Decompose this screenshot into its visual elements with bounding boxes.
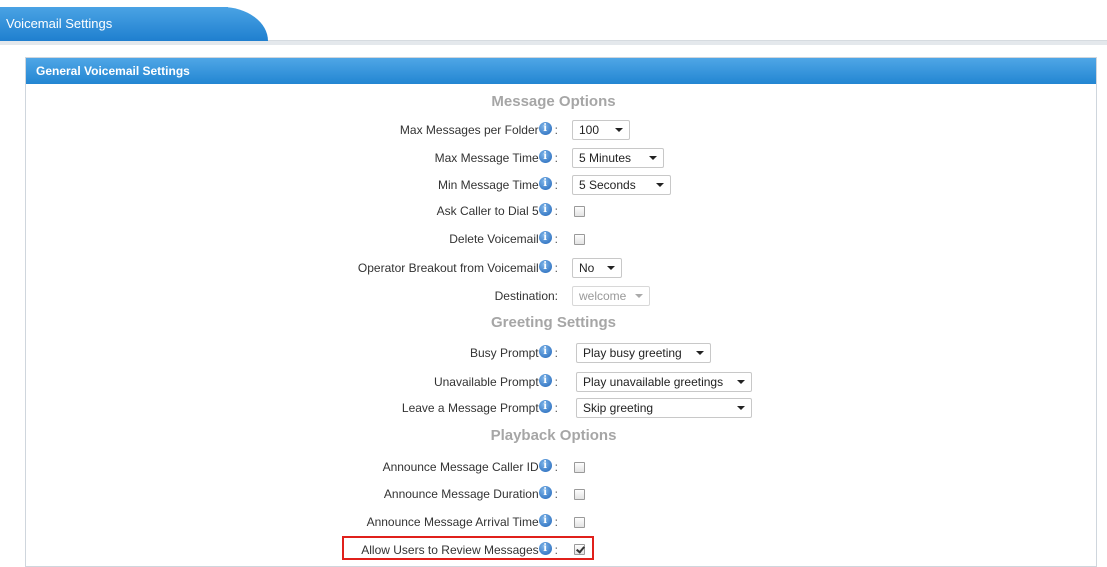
unavailable-prompt-value: Play unavailable greetings	[583, 375, 724, 389]
destination-select[interactable]: welcome	[572, 286, 650, 306]
leave-message-prompt-label: Leave a Message Prompt i:	[402, 397, 558, 419]
info-icon[interactable]: i	[538, 514, 552, 527]
unavailable-prompt-select[interactable]: Play unavailable greetings	[576, 372, 752, 392]
info-icon[interactable]: i	[538, 203, 552, 216]
max-messages-select[interactable]: 100	[572, 120, 630, 140]
info-icon[interactable]: i	[538, 459, 552, 472]
info-icon[interactable]: i	[538, 345, 552, 358]
leave-message-prompt-select[interactable]: Skip greeting	[576, 398, 752, 418]
min-message-time-value: 5 Seconds	[579, 178, 636, 192]
announce-arrival-time-label: Announce Message Arrival Time i:	[367, 511, 558, 533]
info-icon[interactable]: i	[538, 122, 552, 135]
info-icon[interactable]: i	[538, 260, 552, 273]
info-icon[interactable]: i	[538, 400, 552, 413]
min-message-time-select[interactable]: 5 Seconds	[572, 175, 671, 195]
operator-breakout-label: Operator Breakout from Voicemail i:	[358, 257, 558, 279]
max-message-time-label-text: Max Message Time	[434, 151, 539, 165]
announce-duration-label: Announce Message Duration i:	[384, 483, 558, 505]
chevron-down-icon	[656, 183, 664, 187]
info-icon[interactable]: i	[538, 231, 552, 244]
highlight-box	[342, 536, 594, 560]
section-title-greeting-settings: Greeting Settings	[490, 314, 617, 331]
announce-duration-checkbox[interactable]	[574, 489, 585, 500]
min-message-time-label-text: Min Message Time	[437, 178, 539, 192]
info-icon[interactable]: i	[538, 150, 552, 163]
max-message-time-value: 5 Minutes	[579, 151, 632, 165]
destination-value: welcome	[579, 289, 627, 303]
label-colon: :	[554, 151, 558, 165]
chevron-down-icon	[737, 380, 745, 384]
min-message-time-label: Min Message Time i:	[438, 174, 558, 196]
label-colon: :	[554, 204, 558, 218]
general-voicemail-settings-panel: General Voicemail Settings	[25, 57, 1097, 567]
section-title-message-options: Message Options	[491, 93, 616, 110]
max-messages-value: 100	[579, 123, 600, 137]
announce-caller-id-checkbox[interactable]	[574, 462, 585, 473]
max-message-time-label: Max Message Time i:	[435, 147, 558, 169]
busy-prompt-label-text: Busy Prompt	[469, 346, 539, 360]
chevron-down-icon	[615, 128, 623, 132]
delete-voicemail-label: Delete Voicemail i:	[449, 228, 558, 250]
announce-caller-id-label: Announce Message Caller ID i:	[383, 456, 558, 478]
label-colon: :	[554, 346, 558, 360]
label-colon: :	[554, 178, 558, 192]
announce-caller-id-label-text: Announce Message Caller ID	[382, 460, 539, 474]
label-colon: :	[554, 515, 558, 529]
announce-duration-label-text: Announce Message Duration	[383, 487, 539, 501]
label-colon: :	[554, 487, 558, 501]
label-colon: :	[554, 375, 558, 389]
label-colon: :	[554, 401, 558, 415]
leave-message-prompt-value: Skip greeting	[583, 401, 654, 415]
panel-title: General Voicemail Settings	[26, 58, 1096, 84]
busy-prompt-value: Play busy greeting	[583, 346, 682, 360]
chevron-down-icon	[649, 156, 657, 160]
top-tab-bar: Voicemail Settings	[0, 0, 1107, 45]
info-icon[interactable]: i	[538, 177, 552, 190]
destination-label: Destination:	[495, 285, 558, 307]
chevron-down-icon	[696, 351, 704, 355]
tab-curve	[222, 7, 268, 41]
label-colon: :	[554, 123, 558, 137]
chevron-down-icon	[635, 294, 643, 298]
label-colon: :	[554, 460, 558, 474]
chevron-down-icon	[737, 406, 745, 410]
busy-prompt-label: Busy Prompt i:	[470, 342, 558, 364]
max-message-time-select[interactable]: 5 Minutes	[572, 148, 664, 168]
ask-caller-dial5-label: Ask Caller to Dial 5i:	[437, 200, 558, 222]
announce-arrival-time-checkbox[interactable]	[574, 517, 585, 528]
destination-label-text: Destination:	[494, 289, 558, 303]
operator-breakout-label-text: Operator Breakout from Voicemail	[357, 261, 539, 275]
operator-breakout-value: No	[579, 261, 595, 275]
ask-caller-dial5-label-text: Ask Caller to Dial 5	[436, 204, 539, 218]
info-icon[interactable]: i	[538, 486, 552, 499]
section-title-playback-options: Playback Options	[490, 427, 617, 444]
busy-prompt-select[interactable]: Play busy greeting	[576, 343, 711, 363]
chevron-down-icon	[607, 266, 615, 270]
max-messages-label: Max Messages per Folder i:	[400, 119, 558, 141]
unavailable-prompt-label-text: Unavailable Prompt	[433, 375, 539, 389]
ask-caller-dial5-checkbox[interactable]	[574, 206, 585, 217]
tab-label: Voicemail Settings	[6, 16, 113, 31]
delete-voicemail-checkbox[interactable]	[574, 234, 585, 245]
tab-voicemail-settings[interactable]: Voicemail Settings	[0, 7, 228, 41]
max-messages-label-text: Max Messages per Folder	[399, 123, 539, 137]
label-colon: :	[554, 261, 558, 275]
operator-breakout-select[interactable]: No	[572, 258, 622, 278]
leave-message-prompt-label-text: Leave a Message Prompt	[401, 401, 539, 415]
info-icon[interactable]: i	[538, 374, 552, 387]
label-colon: :	[554, 232, 558, 246]
delete-voicemail-label-text: Delete Voicemail	[449, 232, 539, 246]
announce-arrival-time-label-text: Announce Message Arrival Time	[366, 515, 539, 529]
unavailable-prompt-label: Unavailable Prompt i:	[434, 371, 558, 393]
